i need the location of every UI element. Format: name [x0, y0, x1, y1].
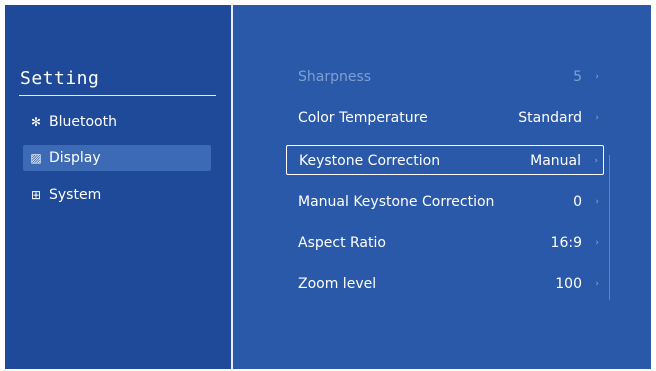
- chevron-right-icon: ›: [595, 279, 599, 289]
- setting-row-sharpness[interactable]: Sharpness 5 ›: [286, 62, 604, 92]
- sidebar-item-label: Display: [49, 150, 101, 166]
- setting-label: Keystone Correction: [299, 153, 441, 169]
- setting-label: Aspect Ratio: [298, 235, 386, 251]
- setting-row-color-temperature[interactable]: Color Temperature Standard ›: [286, 103, 604, 133]
- setting-value: 100: [555, 276, 582, 292]
- sidebar-item-label: Bluetooth: [49, 114, 117, 130]
- sidebar-item-display[interactable]: ▨ Display: [23, 145, 211, 171]
- setting-label: Sharpness: [298, 69, 372, 85]
- sidebar-item-system[interactable]: ⊞ System: [23, 182, 211, 208]
- sidebar-item-bluetooth[interactable]: ✻ Bluetooth: [23, 109, 211, 135]
- sidebar-title: Setting: [20, 68, 100, 89]
- chevron-right-icon: ›: [595, 72, 599, 82]
- sidebar-item-label: System: [49, 187, 102, 203]
- system-icon: ⊞: [30, 188, 42, 202]
- setting-row-manual-keystone-correction[interactable]: Manual Keystone Correction 0 ›: [286, 187, 604, 217]
- setting-row-aspect-ratio[interactable]: Aspect Ratio 16:9 ›: [286, 228, 604, 258]
- setting-value: 5: [573, 69, 582, 85]
- chevron-right-icon: ›: [594, 156, 598, 166]
- bluetooth-icon: ✻: [30, 115, 42, 129]
- chevron-right-icon: ›: [595, 238, 599, 248]
- settings-screen: Setting ✻ Bluetooth ▨ Display ⊞ System Shar…: [5, 5, 651, 369]
- setting-row-keystone-correction[interactable]: Keystone Correction Manual ›: [286, 145, 604, 175]
- chevron-right-icon: ›: [595, 113, 599, 123]
- panel-divider: [231, 5, 233, 369]
- display-icon: ▨: [30, 151, 42, 165]
- setting-label: Manual Keystone Correction: [298, 194, 495, 210]
- setting-value: 0: [573, 194, 582, 210]
- setting-row-zoom-level[interactable]: Zoom level 100 ›: [286, 269, 604, 299]
- setting-value: 16:9: [550, 235, 582, 251]
- scrollbar[interactable]: [609, 155, 610, 300]
- setting-label: Zoom level: [298, 276, 377, 292]
- setting-value: Standard: [518, 110, 582, 126]
- chevron-right-icon: ›: [595, 197, 599, 207]
- sidebar-title-underline: [19, 95, 216, 96]
- setting-label: Color Temperature: [298, 110, 428, 126]
- sidebar: Setting ✻ Bluetooth ▨ Display ⊞ System: [5, 5, 231, 369]
- setting-value: Manual: [530, 153, 581, 169]
